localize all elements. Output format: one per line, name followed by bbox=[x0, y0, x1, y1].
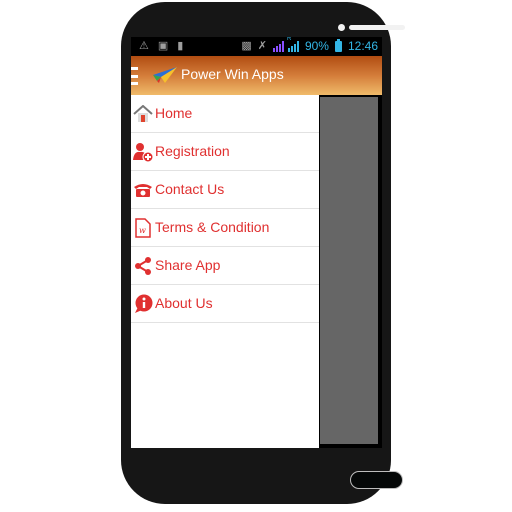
document-icon: w bbox=[133, 218, 153, 238]
drawer-item-registration[interactable]: Registration bbox=[131, 133, 319, 171]
drawer-item-label: Share App bbox=[155, 257, 221, 273]
warning-icon: ⚠ bbox=[139, 40, 149, 52]
info-icon bbox=[133, 294, 153, 314]
bluetooth-icon: ▩ bbox=[241, 40, 252, 52]
drawer-item-label: About Us bbox=[155, 295, 213, 311]
drawer-item-label: Home bbox=[155, 105, 193, 121]
navigation-drawer: Home Registration Contact Us w Terms & C… bbox=[131, 95, 319, 448]
roaming-signal-icon: R bbox=[286, 37, 299, 52]
app-bar: Power Win Apps bbox=[131, 56, 382, 95]
drawer-item-label: Registration bbox=[155, 143, 230, 159]
drawer-item-home[interactable]: Home bbox=[131, 95, 319, 133]
clock: 12:46 bbox=[347, 39, 378, 53]
home-hardware-button[interactable] bbox=[350, 471, 403, 489]
drawer-item-share-app[interactable]: Share App bbox=[131, 247, 319, 285]
drawer-item-label: Terms & Condition bbox=[155, 219, 270, 235]
signal-icon bbox=[272, 40, 284, 52]
mute-icon: ✗ bbox=[257, 40, 267, 52]
svg-text:w: w bbox=[139, 226, 146, 235]
drawer-scrim-overlay[interactable] bbox=[320, 97, 378, 444]
phone-screen: ⚠ ▣ ▮ ▩ ✗ R 90% 12:46 Power Win Apps Hom… bbox=[131, 37, 382, 448]
image-icon: ▣ bbox=[157, 40, 169, 52]
earpiece-speaker bbox=[349, 25, 405, 30]
drawer-item-terms-condition[interactable]: w Terms & Condition bbox=[131, 209, 319, 247]
sd-card-icon: ▮ bbox=[177, 40, 184, 52]
telephone-icon bbox=[133, 180, 153, 200]
app-title: Power Win Apps bbox=[181, 66, 284, 82]
drawer-item-label: Contact Us bbox=[155, 181, 225, 197]
status-bar: ⚠ ▣ ▮ ▩ ✗ R 90% 12:46 bbox=[131, 37, 382, 56]
home-icon bbox=[133, 104, 153, 124]
front-camera bbox=[338, 24, 345, 31]
share-icon bbox=[133, 256, 153, 276]
battery-icon bbox=[334, 38, 342, 52]
drawer-item-about-us[interactable]: About Us bbox=[131, 285, 319, 323]
roaming-indicator: R bbox=[286, 37, 292, 42]
app-logo-icon bbox=[153, 67, 177, 83]
battery-percent: 90% bbox=[304, 39, 329, 53]
add-user-icon bbox=[133, 142, 153, 162]
hamburger-menu-icon[interactable] bbox=[131, 67, 138, 85]
drawer-item-contact-us[interactable]: Contact Us bbox=[131, 171, 319, 209]
